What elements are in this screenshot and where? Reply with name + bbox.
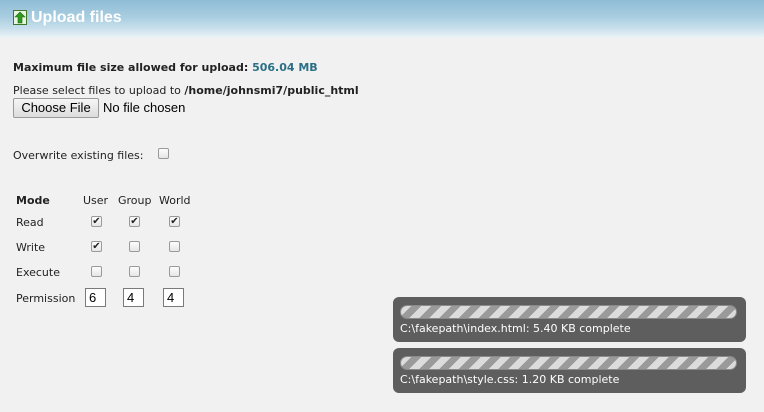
choose-file-button[interactable]: Choose File [13, 98, 99, 118]
permission-group-input[interactable] [123, 288, 144, 307]
max-size-value: 506.04 MB [252, 61, 318, 74]
write-world-checkbox[interactable] [169, 241, 180, 252]
select-files-text: Please select files to upload to /home/j… [13, 84, 359, 97]
progress-text: C:\fakepath\index.html: 5.40 KB complete [400, 322, 631, 335]
upload-progress-panel: C:\fakepath\index.html: 5.40 KB complete [393, 297, 746, 342]
execute-label: Execute [16, 266, 60, 279]
user-header: User [83, 194, 109, 207]
write-group-checkbox[interactable] [129, 241, 140, 252]
overwrite-label: Overwrite existing files: [13, 149, 144, 162]
group-header: Group [118, 194, 152, 207]
mode-header: Mode [16, 194, 50, 207]
upload-path: /home/johnsmi7/public_html [184, 84, 359, 97]
read-label: Read [16, 216, 44, 229]
page-title: Upload files [31, 9, 122, 26]
read-user-checkbox[interactable]: ✔ [91, 216, 102, 227]
green-up-arrow-icon [13, 10, 27, 25]
execute-user-checkbox[interactable] [91, 266, 102, 277]
read-group-checkbox[interactable]: ✔ [129, 216, 140, 227]
progress-bar-fill [401, 357, 736, 369]
write-label: Write [16, 241, 46, 254]
max-size-text: Maximum file size allowed for upload: 50… [13, 61, 318, 74]
upload-progress-panel: C:\fakepath\style.css: 1.20 KB complete [393, 348, 746, 393]
overwrite-checkbox[interactable] [158, 148, 169, 159]
permission-label: Permission [16, 292, 76, 305]
progress-bar [400, 305, 737, 319]
no-file-text: No file chosen [103, 100, 186, 115]
world-header: World [159, 194, 191, 207]
progress-text: C:\fakepath\style.css: 1.20 KB complete [400, 373, 620, 386]
write-user-checkbox[interactable]: ✔ [91, 241, 102, 252]
permission-user-input[interactable] [85, 288, 106, 307]
execute-world-checkbox[interactable] [169, 266, 180, 277]
header-bar: Upload files [0, 0, 764, 38]
max-size-label: Maximum file size allowed for upload: [13, 61, 249, 74]
select-files-label: Please select files to upload to [13, 84, 181, 97]
read-world-checkbox[interactable]: ✔ [169, 216, 180, 227]
progress-bar-fill [401, 306, 736, 318]
permission-world-input[interactable] [163, 288, 184, 307]
progress-bar [400, 356, 737, 370]
execute-group-checkbox[interactable] [129, 266, 140, 277]
